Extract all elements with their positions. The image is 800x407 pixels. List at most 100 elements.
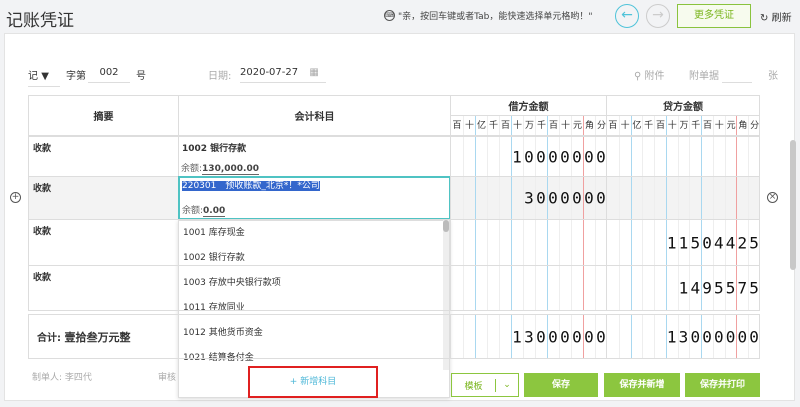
amount-digit: 0 [749, 327, 759, 346]
maker: 制单人: 李四代 [32, 370, 92, 383]
digit-label: 十 [511, 116, 523, 135]
digit-cell [463, 137, 475, 176]
amount-digit: 2 [737, 233, 748, 252]
digit-cell [677, 177, 690, 219]
page-scrollbar[interactable] [790, 140, 796, 270]
amount-digit: 1 [512, 327, 522, 346]
digit-label: 亿 [630, 116, 643, 135]
save-and-new-button[interactable]: 保存并新增 [604, 373, 680, 397]
digit-cell [583, 220, 595, 265]
summary-cell[interactable]: 收款 [28, 136, 179, 177]
zhang-label: 张 [768, 71, 778, 82]
digit-cell [499, 137, 511, 176]
digit-cell [689, 177, 701, 219]
amount-digit: 0 [737, 327, 748, 346]
date-input[interactable]: 2020-07-27 ▦ [240, 67, 326, 83]
voucher-type-select[interactable]: 记 ▼ [28, 67, 60, 87]
summary-cell[interactable]: 收款 [28, 176, 179, 220]
delete-row-icon[interactable]: × [767, 192, 778, 203]
amount-digit: 4 [690, 278, 701, 298]
account-name: 220301 预收账款_北京*！*公司 [182, 181, 320, 191]
amount-digit: 0 [572, 147, 582, 166]
amount-digit: 1 [678, 278, 689, 298]
summary-cell[interactable]: 收款 [28, 219, 179, 266]
digit-cell [701, 177, 713, 219]
account-cell[interactable] [178, 265, 451, 311]
amount-digit: 5 [690, 233, 701, 252]
template-select[interactable]: 模板 ⌄ [451, 373, 519, 397]
digit-label: 千 [487, 116, 499, 135]
amount-digit: 0 [702, 327, 712, 346]
summary-cell[interactable]: 收款 [28, 265, 179, 311]
page-title: 记账凭证 [6, 11, 74, 31]
digit-label: 分 [748, 116, 760, 135]
digit-cell [630, 220, 643, 265]
digit-cell [748, 177, 760, 219]
debit-cell[interactable]: 10000000 [450, 136, 607, 177]
debit-cell[interactable]: 3000000 [450, 176, 607, 220]
hao-label: 号 [136, 71, 146, 82]
voucher-type: 记 [28, 71, 38, 82]
amount-digit: 0 [560, 147, 570, 166]
digit-label: 万 [523, 116, 535, 135]
digit-label: 亿 [475, 116, 487, 135]
digit-cell [712, 177, 725, 219]
amount-digit: 3 [524, 327, 534, 346]
digit-cell [511, 177, 523, 219]
total-cell: 合计: 壹拾叁万元整 [28, 314, 451, 359]
amount-digit: 4 [725, 233, 736, 252]
digit-label: 百 [654, 116, 666, 135]
digit-cell [607, 177, 619, 219]
debit-cell[interactable] [450, 265, 607, 311]
digit-label: 十 [712, 116, 725, 135]
credit-header: 贷方金额 [606, 95, 760, 116]
credit-cell[interactable]: 11504425 [606, 219, 760, 266]
attachment-button[interactable]: ⚲ 附件 [634, 67, 665, 82]
digit-cell [607, 266, 619, 310]
digit-cell [499, 220, 511, 265]
debit-cell[interactable] [450, 219, 607, 266]
amount-digit: 3 [678, 327, 689, 346]
digit-label: 千 [535, 116, 547, 135]
summary-text: 收款 [33, 273, 52, 283]
digit-cell [487, 177, 499, 219]
digit-cell [701, 137, 713, 176]
digit-cell [463, 266, 475, 310]
keyboard-icon: ⌨ [384, 10, 395, 21]
credit-cell[interactable]: 1495575 [606, 265, 760, 311]
credit-cell[interactable] [606, 176, 760, 220]
more-vouchers-button[interactable]: 更多凭证 [677, 4, 751, 28]
voucher-number-input[interactable]: 002 [88, 67, 130, 83]
amount-digit: 0 [524, 147, 534, 166]
add-account-button[interactable]: + 新增科目 [248, 366, 378, 398]
account-cell[interactable]: 220301 预收账款_北京*！*公司 余额:0.00 [178, 176, 451, 220]
amount-digit: 1 [678, 233, 689, 252]
credit-cell[interactable] [606, 136, 760, 177]
save-button[interactable]: 保存 [524, 373, 598, 397]
amount-digit: 0 [713, 327, 724, 346]
digit-cell [559, 266, 571, 310]
digit-cell [463, 315, 475, 358]
save-and-print-button[interactable]: 保存并打印 [685, 373, 760, 397]
prev-voucher-button[interactable]: ← [615, 4, 639, 28]
amount-digit: 5 [713, 278, 724, 298]
digit-cell [654, 266, 666, 310]
digit-cell [665, 177, 678, 219]
digit-cell [559, 220, 571, 265]
refresh-button[interactable]: ↻ 刷新 [760, 9, 792, 24]
digit-cell [618, 315, 631, 358]
digit-cell [451, 137, 463, 176]
account-cell[interactable] [178, 219, 451, 266]
account-cell[interactable]: 1002 银行存款 余额:130,000.00 [178, 136, 451, 177]
digit-cell [451, 177, 463, 219]
digit-cell [499, 315, 511, 358]
total-debit: 13000000 [450, 314, 607, 359]
amount-digit: 1 [512, 147, 522, 166]
add-row-icon[interactable]: + [10, 192, 21, 203]
digit-cell [523, 220, 535, 265]
summary-header: 摘要 [28, 95, 179, 136]
reviewer-label: 审核 [158, 373, 177, 383]
digit-cell [724, 177, 737, 219]
next-voucher-button[interactable]: → [646, 4, 670, 28]
docs-count-input[interactable] [722, 67, 752, 83]
